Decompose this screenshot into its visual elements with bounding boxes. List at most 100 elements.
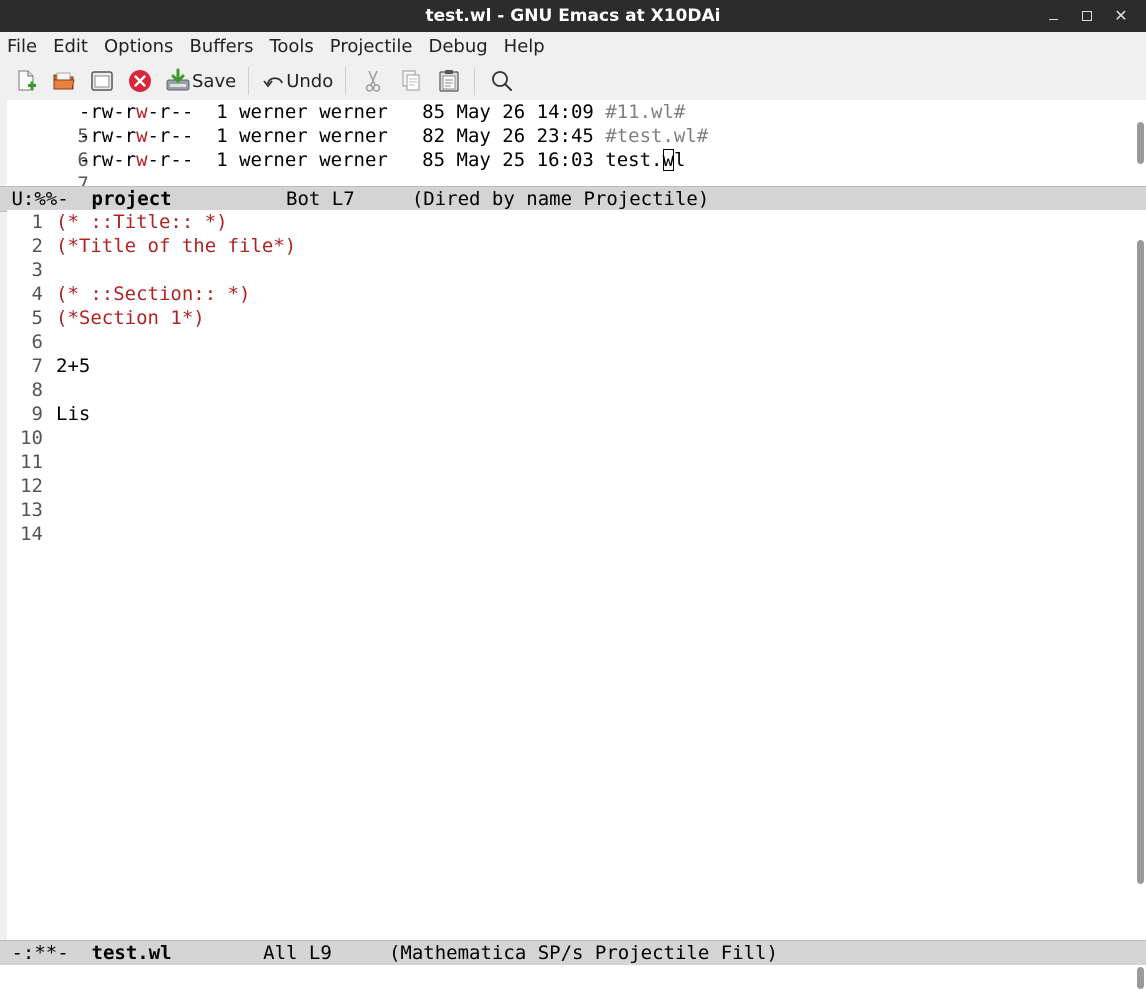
modeline-status: -:**- [11,942,69,964]
file-name[interactable]: test.wl [605,149,685,171]
close-buffer-button[interactable] [122,65,158,97]
line-number: 9 [31,403,43,425]
dired-line[interactable]: 7 -rw-rw-r-- 1 werner werner 85 May 25 1… [7,148,685,195]
open-folder-icon [53,72,75,90]
modeline-position: Bot L7 [286,188,355,210]
dired-entry: -rw-rw-r-- 1 werner werner 85 May 25 16:… [78,149,686,171]
dired-entry: -rw-rw-r-- 1 werner werner 82 May 26 23:… [78,125,709,147]
toolbar-separator [248,67,250,95]
menubar: File Edit Options Buffers Tools Projecti… [0,32,1146,62]
line-number: 13 [20,499,43,521]
modeline-modes[interactable]: (Dired by name Projectile) [412,188,709,210]
modeline-position: All L9 [263,942,332,964]
save-button[interactable]: Save [160,65,241,97]
editor-line[interactable]: 14 [7,522,43,546]
editor-line[interactable]: 8 [7,378,43,402]
scrollbar-thumb[interactable] [1137,122,1144,164]
modeline-dired[interactable]: U:%%- project Bot L7 (Dired by name Proj… [0,186,1146,212]
maximize-button[interactable] [1070,0,1104,32]
dired-icon [91,71,113,91]
dired-entry: -rw-rw-r-- 1 werner werner 85 May 26 14:… [78,101,686,123]
open-file-button[interactable] [46,65,82,97]
code-text: 2+5 [56,355,91,377]
file-name[interactable]: #11.wl# [605,101,685,123]
modeline-editor[interactable]: -:**- test.wl All L9 (Mathematica SP/s P… [0,940,1146,966]
editor-line[interactable]: 9 Lis [7,402,91,426]
code-text: (*Section 1*) [56,307,205,329]
toolbar-separator [345,67,347,95]
modeline-buffer-name[interactable]: test.wl [92,942,172,964]
cut-button[interactable] [355,65,391,97]
paste-icon [439,70,459,92]
line-number: 2 [31,235,43,257]
editor-line[interactable]: 4 (* ::Section:: *) [7,282,251,306]
dired-button[interactable] [84,65,120,97]
line-number: 5 [31,307,43,329]
minimize-button[interactable] [1036,0,1070,32]
menu-file[interactable]: File [0,32,45,62]
minibuffer-scrollbar[interactable] [1135,965,1146,989]
menu-help[interactable]: Help [496,32,553,62]
minibuffer[interactable] [0,965,1146,989]
modeline-buffer-name[interactable]: project [92,188,172,210]
undo-button[interactable]: Undo [258,65,338,97]
modeline-modes[interactable]: (Mathematica SP/s Projectile Fill) [389,942,778,964]
new-file-icon [18,70,36,91]
editor-line[interactable]: 12 [7,474,43,498]
line-number: 6 [31,331,43,353]
editor-scrollbar[interactable] [1135,210,1146,940]
editor-line[interactable]: 5 (*Section 1*) [7,306,205,330]
menu-debug[interactable]: Debug [420,32,495,62]
search-icon [492,71,513,91]
dired-line[interactable]: 6 -rw-rw-r-- 1 werner werner 82 May 26 2… [7,124,708,171]
line-number: 4 [31,283,43,305]
new-file-button[interactable] [8,65,44,97]
line-number: 3 [31,259,43,281]
paste-button[interactable] [431,65,467,97]
close-window-button[interactable]: ✕ [1104,0,1138,32]
undo-label: Undo [286,70,334,92]
window-titlebar: test.wl - GNU Emacs at X10DAi ✕ [0,0,1146,32]
menu-buffers[interactable]: Buffers [181,32,261,62]
undo-icon [263,77,284,88]
code-text: (* ::Section:: *) [56,283,251,305]
line-number: 10 [20,427,43,449]
editor-line[interactable]: 3 [7,258,43,282]
code-text: (*Title of the file*) [56,235,297,257]
scrollbar-thumb[interactable] [1137,240,1144,884]
editor-line[interactable]: 10 [7,426,43,450]
toolbar: Save Undo [0,62,1146,100]
editor-line[interactable]: 7 2+5 [7,354,91,378]
code-text: (* ::Title:: *) [56,211,228,233]
minimize-icon [1048,18,1058,20]
line-number: 8 [31,379,43,401]
scrollbar-thumb[interactable] [1137,967,1144,989]
window-title: test.wl - GNU Emacs at X10DAi [425,6,721,26]
editor-window[interactable]: 1 (* ::Title:: *) 2 (*Title of the file*) … [7,210,1135,940]
code-text: Lis [56,403,91,425]
toolbar-separator [474,67,476,95]
menu-tools[interactable]: Tools [261,32,321,62]
copy-button[interactable] [393,65,429,97]
window-controls: ✕ [1036,0,1138,32]
close-buffer-icon [129,70,151,92]
editor-line[interactable]: 2 (*Title of the file*) [7,234,297,258]
editor-line[interactable]: 6 [7,330,43,354]
menu-projectile[interactable]: Projectile [322,32,421,62]
dired-scrollbar[interactable] [1135,100,1146,186]
line-number: 12 [20,475,43,497]
editor-line[interactable]: 13 [7,498,43,522]
copy-icon [402,70,420,91]
editor-line[interactable]: 1 (* ::Title:: *) [7,210,228,234]
cut-icon [366,70,381,92]
save-icon [166,68,190,91]
dired-window[interactable]: 5 -rw-rw-r-- 1 werner werner 85 May 26 1… [7,100,1135,195]
line-number: 1 [31,211,43,233]
search-button[interactable] [484,65,520,97]
dired-line[interactable]: 5 -rw-rw-r-- 1 werner werner 85 May 26 1… [7,100,685,147]
menu-options[interactable]: Options [96,32,181,62]
editor-line[interactable]: 11 [7,450,43,474]
menu-edit[interactable]: Edit [45,32,96,62]
line-number: 7 [31,355,43,377]
file-name[interactable]: #test.wl# [605,125,708,147]
